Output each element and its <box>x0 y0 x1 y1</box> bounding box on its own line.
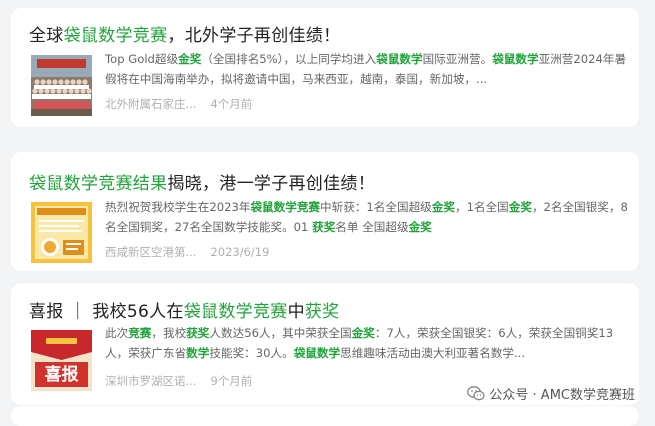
highlighted-keyword: 金奖 <box>351 326 375 340</box>
yellow-poster-image <box>31 202 92 263</box>
xibao-text: 喜报 <box>45 364 79 385</box>
highlighted-keyword: 金奖 <box>431 200 455 214</box>
highlighted-keyword: 获奖 <box>312 220 336 234</box>
highlighted-keyword: 袋鼠数学竞赛 <box>183 302 288 322</box>
text-segment: 此次 <box>105 326 129 340</box>
text-segment: 中 <box>287 302 305 322</box>
result-snippet: Top Gold超级金奖（全国排名5%），以上同学均进入袋鼠数学国际亚洲营。袋鼠… <box>105 49 631 89</box>
text-segment: 中斩获：1名全国超级 <box>320 200 432 214</box>
highlighted-keyword: 获奖 <box>304 302 340 322</box>
result-snippet: 热烈祝贺我校学生在2023年袋鼠数学竞赛中斩获：1名全国超级金奖，1名全国金奖，… <box>105 197 631 237</box>
next-result-card <box>11 406 639 426</box>
wechat-icon <box>467 386 486 405</box>
result-title[interactable]: 袋鼠数学竞赛结果揭晓，港一学子再创佳绩！ <box>29 169 375 194</box>
highlighted-keyword: 袋鼠数学竞赛 <box>63 26 168 46</box>
group-photo-thumbnail[interactable] <box>31 55 92 116</box>
xibao-poster-thumbnail[interactable]: 喜报 <box>31 330 92 391</box>
watermark: 公众号 · AMC数学竞赛班 <box>467 384 635 405</box>
result-meta: 北外附属石家庄... 4个月前 <box>105 96 252 112</box>
highlighted-keyword: 竞赛 <box>128 326 152 340</box>
result-time: 9个月前 <box>210 374 253 388</box>
result-time: 2023/6/19 <box>210 245 270 259</box>
highlighted-keyword: 袋鼠数学 <box>293 346 341 360</box>
highlighted-keyword: 袋鼠数学竞赛 <box>250 200 321 214</box>
result-title[interactable]: 全球袋鼠数学竞赛，北外学子再创佳绩！ <box>29 21 340 46</box>
text-segment: Top Gold超级 <box>105 52 179 66</box>
text-segment: （全国排名5%），以上同学均进入 <box>201 52 377 66</box>
result-time: 4个月前 <box>210 97 253 111</box>
highlighted-keyword: 获奖 <box>186 326 210 340</box>
result-source[interactable]: 西咸新区空港第... <box>105 245 196 259</box>
text-segment: 全球 <box>29 26 64 46</box>
xibao-poster-image: 喜报 <box>31 330 92 391</box>
highlighted-keyword: 袋鼠数学竞赛结果 <box>29 174 168 194</box>
result-source[interactable]: 深圳市罗湖区诺... <box>105 374 196 388</box>
search-result-card[interactable]: 全球袋鼠数学竞赛，北外学子再创佳绩！ Top Gold超级金奖（全国排名5%），… <box>11 8 639 127</box>
group-photo-image <box>31 55 92 116</box>
text-segment: ，1名全国 <box>454 200 509 214</box>
text-segment: 喜报 ｜ 我校56人在 <box>29 302 184 322</box>
result-meta: 西咸新区空港第... 2023/6/19 <box>105 244 269 260</box>
highlighted-keyword: 金奖 <box>408 220 432 234</box>
text-segment: 人数达56人，其中荣获全国 <box>209 326 352 340</box>
result-title[interactable]: 喜报 ｜ 我校56人在袋鼠数学竞赛中获奖 <box>29 297 339 322</box>
yellow-poster-thumbnail[interactable] <box>31 202 92 263</box>
text-segment: 热烈祝贺我校学生在2023年 <box>105 200 251 214</box>
text-segment: 国际亚洲营。 <box>422 52 493 66</box>
highlighted-keyword: 金奖 <box>508 200 532 214</box>
result-source[interactable]: 北外附属石家庄... <box>105 97 196 111</box>
text-segment: ，我校 <box>151 326 187 340</box>
text-segment: 思维趣味活动由澳大利亚著名数学... <box>340 346 526 360</box>
text-segment: ，北外学子再创佳绩！ <box>167 26 341 46</box>
text-segment: 名单 全国超级 <box>335 220 409 234</box>
result-snippet: 此次竞赛，我校获奖人数达56人，其中荣获全国金奖：7人，荣获全国银奖：6人，荣获… <box>105 323 631 363</box>
highlighted-keyword: 袋鼠数学 <box>492 52 539 66</box>
watermark-text: 公众号 · AMC数学竞赛班 <box>489 388 635 403</box>
search-result-card[interactable]: 袋鼠数学竞赛结果揭晓，港一学子再创佳绩！ 热烈祝贺我校学生在2023年袋鼠数学竞… <box>11 152 639 271</box>
text-segment: 技能奖：30人。 <box>209 346 294 360</box>
highlighted-keyword: 袋鼠数学 <box>376 52 423 66</box>
highlighted-keyword: 金奖 <box>178 52 202 66</box>
highlighted-keyword: 数学 <box>186 346 210 360</box>
result-meta: 深圳市罗湖区诺... 9个月前 <box>105 373 252 389</box>
text-segment: 揭晓，港一学子再创佳绩！ <box>167 174 376 194</box>
